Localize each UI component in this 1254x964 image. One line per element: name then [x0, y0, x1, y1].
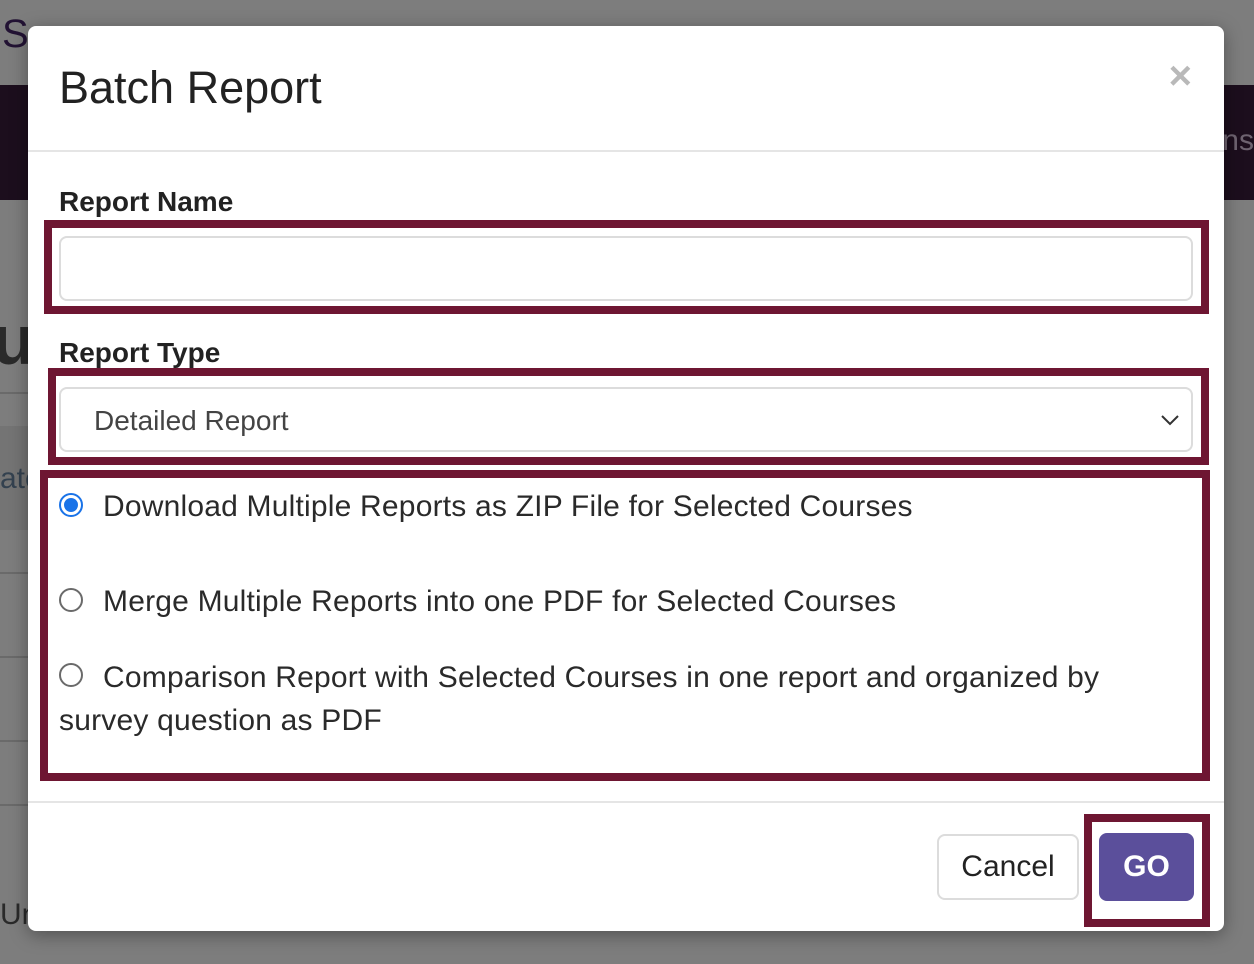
chevron-down-icon [1161, 415, 1179, 426]
report-name-input[interactable] [59, 236, 1193, 301]
background-divider [0, 572, 30, 574]
option-label-zip-download: Download Multiple Reports as ZIP File fo… [103, 490, 913, 523]
report-name-label: Report Name [59, 186, 234, 217]
background-divider [0, 740, 30, 742]
background-divider [0, 804, 30, 806]
report-type-label: Report Type [59, 337, 221, 368]
background-divider [0, 656, 30, 658]
background-text-fragment: S [2, 12, 29, 56]
report-type-selected-value: Detailed Report [94, 405, 289, 436]
option-label-comparison-report: Comparison Report with Selected Courses … [59, 661, 1100, 737]
go-button[interactable]: GO [1099, 833, 1194, 901]
background-divider [0, 392, 30, 394]
modal-header: Batch Report × [28, 26, 1224, 152]
cancel-button[interactable]: Cancel [937, 834, 1079, 900]
close-icon[interactable]: × [1169, 56, 1192, 96]
modal-title: Batch Report [59, 62, 322, 113]
batch-report-modal: Batch Report × Report Name Report Type D… [28, 26, 1224, 931]
option-label-merge-pdf: Merge Multiple Reports into one PDF for … [103, 585, 897, 618]
report-type-select[interactable]: Detailed Report [59, 387, 1193, 452]
radio-merge-pdf[interactable] [59, 588, 83, 612]
radio-zip-download[interactable] [59, 493, 83, 517]
